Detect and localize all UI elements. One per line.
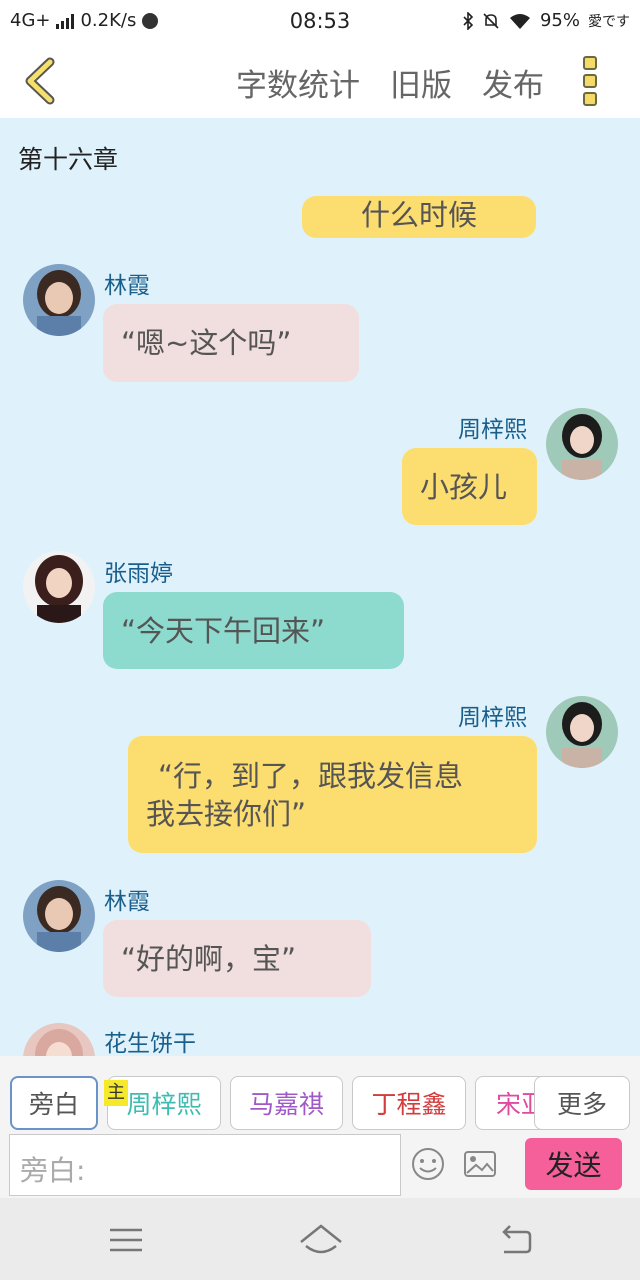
- message-text: “今天下午回来”: [121, 613, 326, 648]
- message-text: 小孩儿: [420, 469, 508, 504]
- input-placeholder: 旁白:: [20, 1154, 86, 1187]
- sender-name: 林霞: [104, 889, 150, 915]
- message-bubble[interactable]: “今天下午回来”: [103, 592, 404, 669]
- sender-name: 花生饼干: [104, 1031, 196, 1056]
- message-bubble[interactable]: 什么时候: [302, 196, 536, 238]
- sender-name: 周梓熙: [458, 417, 527, 443]
- avatar[interactable]: [23, 551, 95, 623]
- sender-name: 周梓熙: [458, 705, 527, 731]
- wifi-icon: [509, 13, 530, 29]
- role-selector: 旁白 周梓熙 马嘉祺 丁程鑫 宋亚 更多: [0, 1076, 640, 1132]
- message-text: “嗯~这个吗”: [121, 326, 292, 360]
- message-text-line: “行，到了，跟我发信息: [158, 758, 464, 793]
- avatar[interactable]: [546, 696, 618, 768]
- role-ding-chengxin[interactable]: 丁程鑫: [352, 1076, 466, 1130]
- message-bubble[interactable]: “嗯~这个吗”: [103, 304, 359, 382]
- publish-button[interactable]: 发布: [482, 60, 544, 105]
- message-bubble[interactable]: “好的啊，宝”: [103, 920, 371, 997]
- role-ma-jiaqi[interactable]: 马嘉祺: [230, 1076, 343, 1130]
- more-menu-icon[interactable]: [580, 56, 600, 106]
- avatar[interactable]: [23, 1023, 95, 1056]
- system-nav-bar: [0, 1198, 640, 1280]
- message-text-line: 我去接你们”: [146, 796, 307, 831]
- more-roles-button[interactable]: 更多: [534, 1076, 630, 1130]
- avatar[interactable]: [23, 264, 95, 336]
- battery-level: 95%: [539, 10, 580, 31]
- sender-name: 张雨婷: [104, 561, 173, 587]
- header-actions: 字数统计 旧版 发布: [236, 60, 544, 105]
- bluetooth-icon: [463, 11, 474, 30]
- status-bar: 4G+ 0.2K/s 08:53 95% 愛です: [0, 0, 640, 44]
- back-nav-icon[interactable]: [496, 1220, 536, 1260]
- message-bubble[interactable]: “行，到了，跟我发信息 我去接你们”: [128, 736, 537, 853]
- avatar[interactable]: [546, 408, 618, 480]
- message-bubble[interactable]: 小孩儿: [402, 448, 537, 525]
- chapter-title: 第十六章: [18, 145, 119, 174]
- mute-bell-icon: [483, 12, 499, 29]
- send-button[interactable]: 发送: [525, 1138, 622, 1190]
- sender-name: 林霞: [104, 273, 150, 299]
- emoji-icon[interactable]: [410, 1146, 446, 1182]
- header: 字数统计 旧版 发布: [0, 44, 640, 118]
- image-icon[interactable]: [462, 1146, 498, 1182]
- main-role-tag: 主: [104, 1080, 128, 1106]
- old-version-button[interactable]: 旧版: [390, 60, 452, 105]
- chat-area[interactable]: 第十六章 什么时候 林霞 “嗯~这个吗” 周梓熙 小孩儿 张雨婷 “今天下午回来…: [0, 118, 640, 1056]
- avatar[interactable]: [23, 880, 95, 952]
- role-narrator[interactable]: 旁白: [10, 1076, 98, 1130]
- carrier-tag: 愛です: [588, 13, 630, 30]
- home-icon[interactable]: [298, 1220, 344, 1260]
- back-icon[interactable]: [18, 56, 64, 106]
- word-count-button[interactable]: 字数统计: [236, 60, 360, 105]
- message-input[interactable]: 旁白:: [9, 1134, 401, 1196]
- composer: 旁白 周梓熙 马嘉祺 丁程鑫 宋亚 更多 主 旁白: 发送: [0, 1056, 640, 1198]
- message-text: “好的啊，宝”: [121, 941, 297, 976]
- message-text: 什么时候: [360, 198, 477, 232]
- menu-icon[interactable]: [106, 1220, 146, 1260]
- status-right: 95% 愛です: [462, 10, 630, 31]
